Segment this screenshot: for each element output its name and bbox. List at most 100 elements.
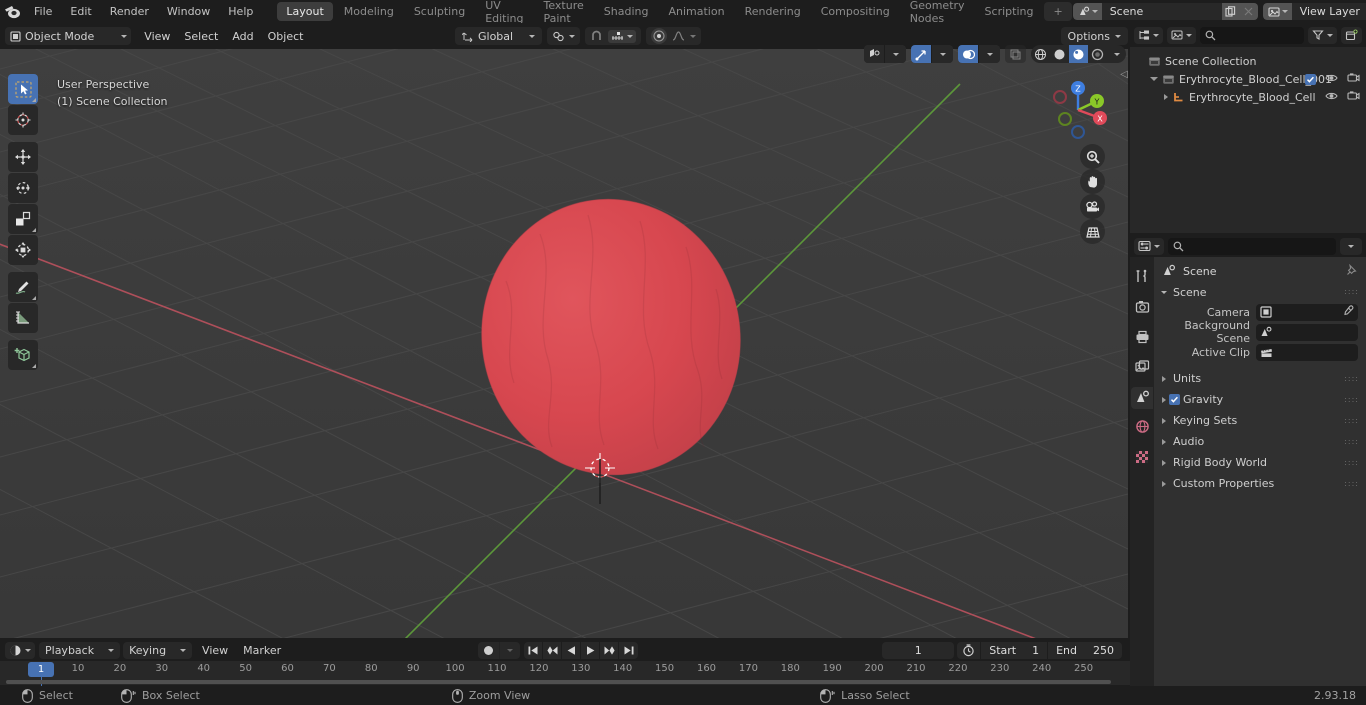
add-workspace-button[interactable]: +: [1044, 2, 1072, 21]
drag-dots-icon[interactable]: ::::: [1344, 437, 1359, 445]
workspace-tab-compositing[interactable]: Compositing: [812, 2, 899, 21]
timeline-menu-marker[interactable]: Marker: [236, 642, 288, 659]
proportional-editing-group[interactable]: [646, 27, 702, 45]
outliner-filter-button[interactable]: [1308, 26, 1337, 44]
expand-triangle-icon[interactable]: [1162, 396, 1166, 403]
drag-dots-icon[interactable]: ::::: [1344, 458, 1359, 466]
current-frame-field[interactable]: 1: [882, 642, 955, 659]
top-menu-help[interactable]: Help: [219, 2, 262, 21]
timeline-editor-type[interactable]: [5, 641, 35, 659]
gizmo-chevron-icon[interactable]: [932, 45, 953, 63]
outliner-id-type-filter[interactable]: [1167, 26, 1196, 44]
scene-panel-header[interactable]: Scene ::::: [1154, 282, 1366, 302]
texture-tab[interactable]: [1131, 447, 1153, 469]
property-field[interactable]: [1256, 343, 1358, 361]
measure-tool[interactable]: [8, 303, 38, 333]
drag-dots-icon[interactable]: ::::: [1344, 395, 1359, 403]
workspace-tab-sculpting[interactable]: Sculpting: [405, 2, 474, 21]
camera-icon[interactable]: [1347, 72, 1360, 86]
gizmo-group[interactable]: [911, 45, 953, 63]
zoom-view-button[interactable]: [1080, 144, 1105, 169]
scene-tab[interactable]: [1131, 387, 1153, 409]
rendered-shading-icon[interactable]: [1088, 45, 1107, 63]
properties-search-input[interactable]: [1168, 237, 1336, 255]
solid-shading-icon[interactable]: [1050, 45, 1069, 63]
visibility-group[interactable]: [864, 45, 906, 63]
top-menu-window[interactable]: Window: [158, 2, 219, 21]
outliner-row[interactable]: Erythrocyte_Blood_Cell_001: [1130, 70, 1366, 88]
overlays-group[interactable]: [958, 45, 1000, 63]
eye-icon[interactable]: [1325, 73, 1338, 86]
timeline-menu-keying[interactable]: Keying: [123, 641, 193, 659]
toggle-perspective-button[interactable]: [1080, 219, 1105, 244]
new-collection-button[interactable]: [1341, 26, 1362, 44]
view-layer-tab[interactable]: [1131, 357, 1153, 379]
gizmo-icon[interactable]: [911, 45, 932, 63]
top-menu-edit[interactable]: Edit: [61, 2, 100, 21]
auto-keyframe-group[interactable]: [478, 642, 520, 659]
shading-mode-group[interactable]: [1031, 45, 1126, 63]
drag-dots-icon[interactable]: ::::: [1344, 288, 1359, 296]
workspace-tab-animation[interactable]: Animation: [659, 2, 733, 21]
xray-toggle-icon[interactable]: [1005, 45, 1026, 63]
cursor-tool[interactable]: [8, 105, 38, 135]
wireframe-shading-icon[interactable]: [1031, 45, 1050, 63]
scene-name[interactable]: Scene: [1101, 3, 1222, 20]
object-visibility-icon[interactable]: [864, 45, 885, 63]
viewport-menu-object[interactable]: Object: [261, 28, 311, 45]
unlink-scene-icon[interactable]: [1239, 3, 1258, 20]
viewport-menu-add[interactable]: Add: [225, 28, 260, 45]
top-menu-render[interactable]: Render: [101, 2, 158, 21]
sidebar-toggle-arrow[interactable]: ◁: [1120, 69, 1128, 80]
transform-orientation-selector[interactable]: Global: [455, 27, 543, 45]
properties-editor-type[interactable]: [1134, 237, 1164, 255]
transform-tool[interactable]: [8, 235, 38, 265]
properties-section[interactable]: Rigid Body World::::: [1154, 452, 1366, 473]
properties-options-dropdown[interactable]: [1340, 237, 1362, 255]
jump-to-end-button[interactable]: [619, 642, 638, 659]
overlays-icon[interactable]: [958, 45, 979, 63]
new-scene-icon[interactable]: [1221, 3, 1240, 20]
auto-keyframe-chevron-icon[interactable]: [499, 642, 520, 659]
expand-triangle-icon[interactable]: [1150, 77, 1158, 81]
timeline-menu-playback[interactable]: Playback: [39, 641, 121, 659]
material-preview-shading-icon[interactable]: [1069, 45, 1088, 63]
drag-dots-icon[interactable]: ::::: [1344, 479, 1359, 487]
overlays-chevron-icon[interactable]: [979, 45, 1000, 63]
workspace-tab-modeling[interactable]: Modeling: [335, 2, 403, 21]
properties-section[interactable]: Gravity::::: [1154, 389, 1366, 410]
drag-dots-icon[interactable]: ::::: [1344, 374, 1359, 382]
editor-type-selector[interactable]: Object Mode: [5, 27, 132, 45]
timeline-scrollbar-area[interactable]: [0, 679, 1130, 685]
viewport-menu-select[interactable]: Select: [177, 28, 225, 45]
tool-tab[interactable]: [1131, 267, 1153, 289]
properties-section[interactable]: Keying Sets::::: [1154, 410, 1366, 431]
timeline-scrollbar[interactable]: [6, 680, 1111, 684]
start-frame-field[interactable]: Start 1: [981, 642, 1049, 659]
outliner-display-mode[interactable]: [1134, 26, 1163, 44]
output-tab[interactable]: [1131, 327, 1153, 349]
expand-triangle-icon[interactable]: [1162, 417, 1166, 424]
blender-logo-icon[interactable]: [4, 2, 21, 22]
outliner-search-input[interactable]: [1200, 26, 1304, 44]
move-tool[interactable]: [8, 142, 38, 172]
options-dropdown[interactable]: Options: [1060, 27, 1128, 45]
playback-buttons[interactable]: [524, 642, 638, 659]
play-button[interactable]: [581, 642, 600, 659]
scene-selector[interactable]: Scene: [1072, 3, 1258, 20]
tweak-select-tool[interactable]: [8, 74, 38, 104]
expand-triangle-icon[interactable]: [1162, 459, 1166, 466]
workspace-tab-layout[interactable]: Layout: [277, 2, 333, 21]
prev-keyframe-button[interactable]: [543, 642, 562, 659]
workspace-tab-shading[interactable]: Shading: [595, 2, 658, 21]
properties-section[interactable]: Custom Properties::::: [1154, 473, 1366, 494]
play-reverse-button[interactable]: [562, 642, 581, 659]
timeline-menu-view[interactable]: View: [195, 642, 235, 659]
snapping-group[interactable]: [585, 27, 642, 45]
frame-range-group[interactable]: Start 1 End 250: [957, 642, 1122, 659]
expand-triangle-icon[interactable]: [1162, 480, 1166, 487]
auto-keyframe-record-icon[interactable]: [478, 642, 499, 659]
world-tab[interactable]: [1131, 417, 1153, 439]
annotate-tool[interactable]: [8, 272, 38, 302]
eye-icon[interactable]: [1325, 91, 1338, 104]
